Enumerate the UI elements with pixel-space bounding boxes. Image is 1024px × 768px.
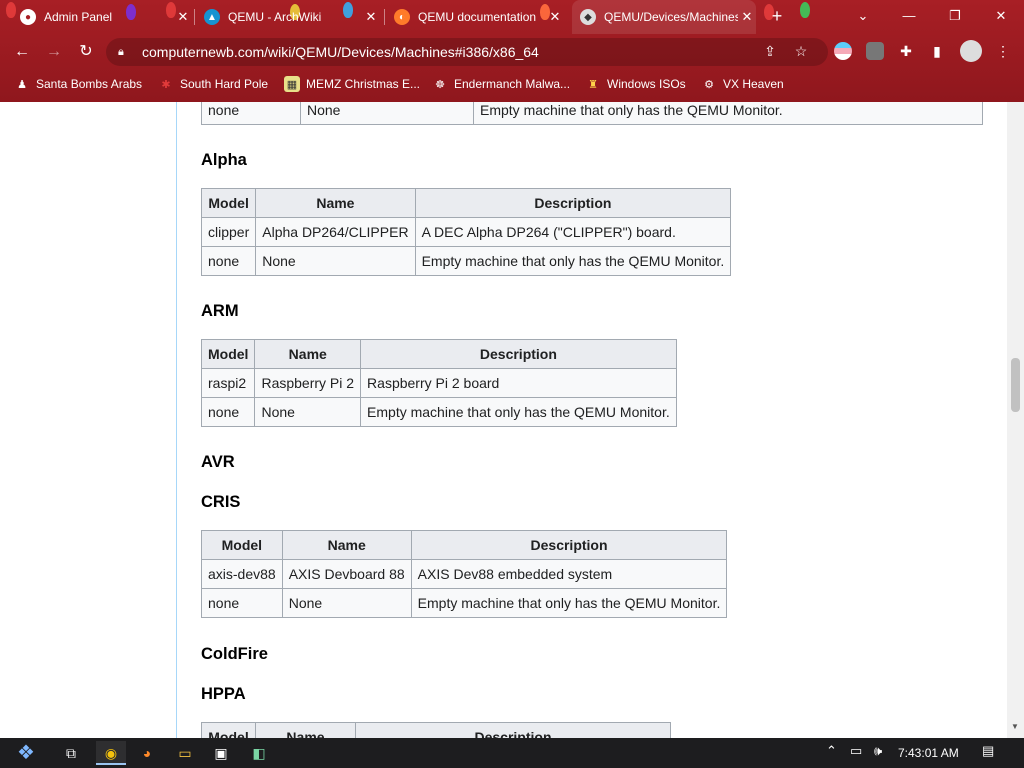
bookmark-south-hard-pole[interactable]: ✱ South Hard Pole [158,74,268,94]
page-scrollbar[interactable]: ▼ [1007,102,1024,738]
windows-taskbar: ❖ ⧉ ◉ ◕ ▭ ▣ ◧ ⌃ ▭ 🕪︎ 7:43:01 AM ▤ [0,738,1024,768]
profile-avatar-icon[interactable] [960,40,982,62]
cris-machines-table: Model Name Description axis-dev88 AXIS D… [201,530,728,618]
table-header-row: Model Name Description [201,530,728,560]
table-header-row: Model Name Description [200,188,732,218]
bookmarks-bar: ♟ Santa Bombs Arabs ✱ South Hard Pole ▦ … [0,70,1024,98]
sidebar-divider [176,102,177,738]
windows-iso-icon: ♜ [588,78,598,91]
tab-close-icon[interactable]: ✕ [174,9,192,25]
tab-qemu-documentation[interactable]: ◐ QEMU documentation ✕ [392,0,564,34]
bookmark-santa-bombs-arabs[interactable]: ♟ Santa Bombs Arabs [14,74,142,94]
chrome-favicon-icon: ● [20,9,36,25]
section-heading-coldfire: ColdFire [201,645,268,663]
command-prompt-icon[interactable]: ▣ [206,741,236,765]
bookmark-memz-christmas[interactable]: ▦ MEMZ Christmas E... [284,74,420,94]
tab-qemu-devices-machines[interactable]: ◆ QEMU/Devices/Machines ✕ [572,0,756,34]
tab-search-chevron-icon[interactable]: ⌄ [840,0,886,32]
table-row: none None Empty machine that only has th… [201,102,983,125]
snowflake-icon: ✱ [161,78,171,91]
tray-chevron-up-icon[interactable]: ⌃ [826,743,837,759]
table-row: none None Empty machine that only has th… [201,588,728,618]
minimize-button[interactable]: — [886,0,932,32]
task-view-icon[interactable]: ⧉ [56,741,86,765]
share-icon[interactable]: ⇪ [759,40,781,62]
extension-icon[interactable] [866,42,884,60]
table-row: axis-dev88 AXIS Devboard 88 AXIS Dev88 e… [201,559,728,589]
table-row: raspi2 Raspberry Pi 2 Raspberry Pi 2 boa… [200,368,677,398]
section-heading-arm: ARM [201,302,239,320]
extension-icon[interactable] [834,42,852,60]
section-heading-avr: AVR [201,453,235,471]
side-panel-icon[interactable]: ▮ [926,40,948,62]
app-taskbar-icon[interactable]: ◧ [244,741,274,765]
tab-close-icon[interactable]: ✕ [362,9,380,25]
restore-button[interactable]: ❐ [932,0,978,32]
lock-icon: 🔒︎ [118,45,124,58]
tab-strip: ● Admin Panel ✕ ▲ QEMU - ArchWiki ✕ ◐ QE… [0,0,1024,34]
archwiki-favicon-icon: ▲ [204,9,220,25]
i386-machines-table-tail: none None Empty machine that only has th… [201,102,983,125]
tab-qemu-archwiki[interactable]: ▲ QEMU - ArchWiki ✕ [200,0,380,34]
tab-admin-panel[interactable]: ● Admin Panel ✕ [16,0,192,34]
browser-toolbar: ← → ↻ 🔒︎ computernewb.com/wiki/QEMU/Devi… [0,34,1024,70]
santa-icon: ♟ [17,78,27,91]
scrollbar-thumb[interactable] [1011,358,1020,412]
table-row: clipper Alpha DP264/CLIPPER A DEC Alpha … [200,217,732,247]
menu-kebab-icon[interactable]: ⋮ [992,40,1014,62]
extensions-puzzle-icon[interactable]: ✚ [895,40,917,62]
new-tab-button[interactable]: + [765,4,789,28]
qemu-favicon-icon: ◐ [394,9,410,25]
browser-chrome: ● Admin Panel ✕ ▲ QEMU - ArchWiki ✕ ◐ QE… [0,0,1024,102]
network-icon[interactable]: ▭ [850,743,862,759]
bookmark-windows-isos[interactable]: ♜ Windows ISOs [585,74,686,94]
address-url[interactable]: computernewb.com/wiki/QEMU/Devices/Machi… [142,44,539,60]
table-header-row: Model Name Description [200,339,677,369]
scroll-down-arrow-icon[interactable]: ▼ [1011,722,1019,731]
tab-close-icon[interactable]: ✕ [738,9,756,25]
hppa-machines-table: Model Name Description [201,722,671,738]
section-heading-alpha: Alpha [201,151,247,169]
memz-icon: ▦ [284,76,300,92]
file-explorer-icon[interactable]: ▭ [170,741,200,765]
back-button[interactable]: ← [10,40,34,64]
firefox-taskbar-icon[interactable]: ◕ [132,741,162,765]
bookmark-endermanch-malware[interactable]: ☸ Endermanch Malwa... [432,74,570,94]
start-button[interactable]: ❖ [8,738,44,768]
forward-button[interactable]: → [42,40,66,64]
close-window-button[interactable]: ✕ [978,0,1024,32]
section-heading-cris: CRIS [201,493,241,511]
table-row: none None Empty machine that only has th… [200,397,677,427]
address-bar[interactable]: 🔒︎ computernewb.com/wiki/QEMU/Devices/Ma… [106,38,828,66]
bookmark-vx-heaven[interactable]: ⚙ VX Heaven [701,74,784,94]
reload-button[interactable]: ↻ [74,40,98,64]
chrome-taskbar-icon[interactable]: ◉ [96,741,126,765]
tab-separator [384,9,385,25]
computernewb-favicon-icon: ◆ [580,9,596,25]
notifications-icon[interactable]: ▤ [982,743,994,759]
endermanch-icon: ☸ [435,78,445,91]
tab-close-icon[interactable]: ✕ [546,9,564,25]
arm-machines-table: Model Name Description raspi2 Raspberry … [200,339,677,427]
taskbar-clock[interactable]: 7:43:01 AM [898,746,959,760]
page-viewport: none None Empty machine that only has th… [0,102,1024,738]
alpha-machines-table: Model Name Description clipper Alpha DP2… [200,188,732,276]
tab-separator [194,9,195,25]
decor-light [6,2,16,18]
vx-heaven-icon: ⚙ [704,78,714,91]
table-header-row: Model Name Description [201,722,671,738]
section-heading-hppa: HPPA [201,685,246,703]
volume-icon[interactable]: 🕪︎ [874,743,882,759]
table-row: none None Empty machine that only has th… [200,246,732,276]
decor-light [800,2,810,18]
bookmark-star-icon[interactable]: ☆ [790,40,812,62]
